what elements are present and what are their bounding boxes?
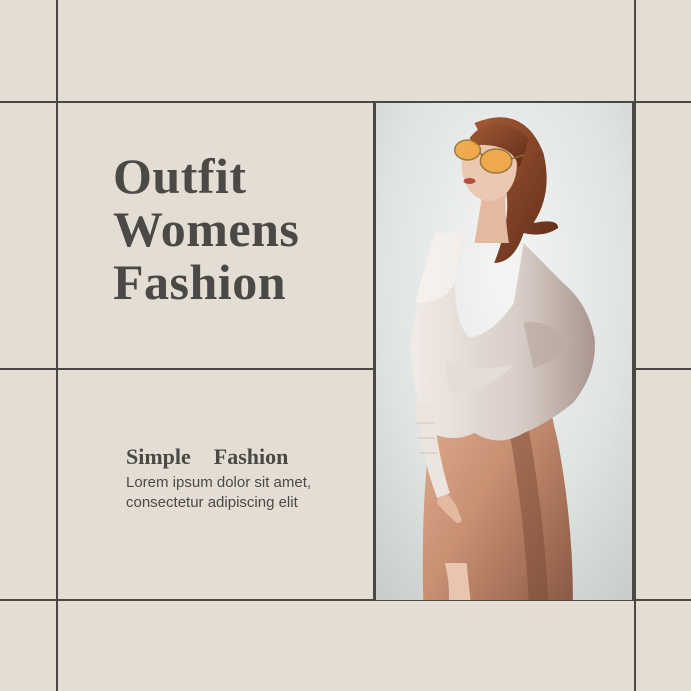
fashion-photo (374, 103, 634, 600)
subtitle: Simple Fashion (126, 444, 289, 469)
page-title: Outfit Womens Fashion (113, 150, 299, 309)
title-line-1: Outfit (113, 148, 247, 204)
title-line-2: Womens (113, 201, 300, 257)
fashion-model-illustration (376, 103, 632, 600)
body-text: Lorem ipsum dolor sit amet, consectetur … (126, 474, 312, 511)
grid-line-middle-right (634, 368, 691, 370)
title-line-3: Fashion (113, 254, 287, 310)
grid-line-right (634, 0, 636, 691)
grid-line-left (56, 0, 58, 691)
